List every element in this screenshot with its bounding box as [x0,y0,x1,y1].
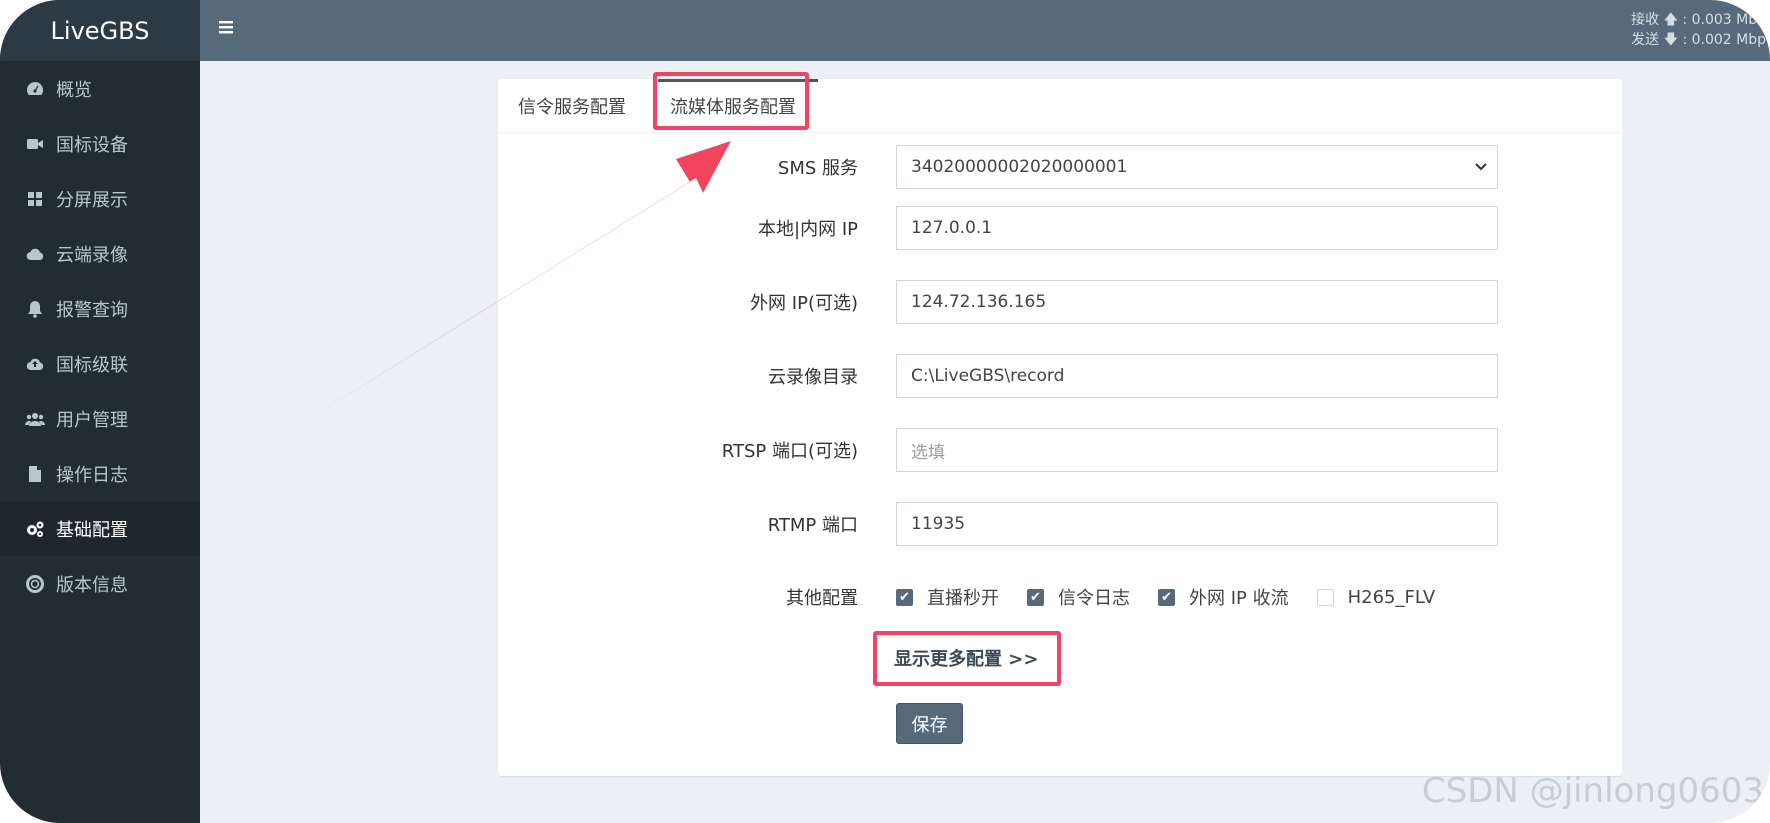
watermark: CSDN @jinlong0603 [1421,771,1764,811]
arrow-shape [166,141,731,508]
annotation-arrow [166,141,731,508]
app-window: LiveGBS 概览 国标设备 分屏展示 云端录像 报警查询 国标级联 用户管理… [0,0,1770,823]
